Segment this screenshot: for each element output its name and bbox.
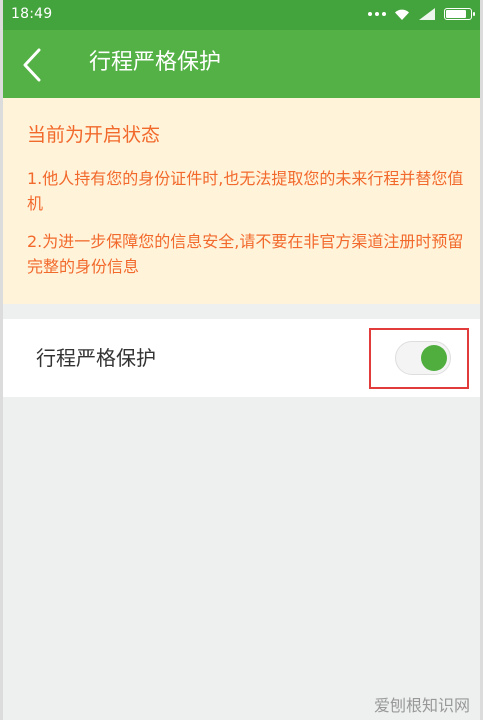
phone-screen: 18:49 行程严格保护 当前为开启状态 1.他人持有您的身份证件时,也无法提取… (3, 0, 480, 720)
signal-icon (419, 8, 435, 20)
notice-item: 1.他人持有您的身份证件时,也无法提取您的未来行程并替您值机 (27, 169, 464, 213)
chevron-left-icon (23, 48, 41, 82)
watermark: 爱刨根知识网 (373, 696, 470, 715)
notice-panel: 当前为开启状态 1.他人持有您的身份证件时,也无法提取您的未来行程并替您值机 2… (3, 98, 480, 304)
more-dots-icon (368, 12, 386, 16)
status-icons (368, 6, 475, 22)
setting-row-strict-protection: 行程严格保护 (3, 319, 480, 397)
setting-label: 行程严格保护 (36, 346, 156, 370)
battery-icon (444, 8, 475, 20)
title-bar: 行程严格保护 (3, 30, 480, 98)
page-title: 行程严格保护 (89, 50, 222, 75)
back-button[interactable] (9, 42, 55, 88)
status-bar: 18:49 (3, 0, 480, 30)
notice-heading: 当前为开启状态 (27, 124, 161, 146)
strict-protection-toggle[interactable] (395, 341, 451, 375)
toggle-knob (421, 345, 447, 371)
notice-item: 2.为进一步保障您的信息安全,请不要在非官方渠道注册时预留完整的身份信息 (27, 232, 464, 276)
wifi-icon (395, 9, 409, 20)
status-time: 18:49 (11, 6, 53, 22)
